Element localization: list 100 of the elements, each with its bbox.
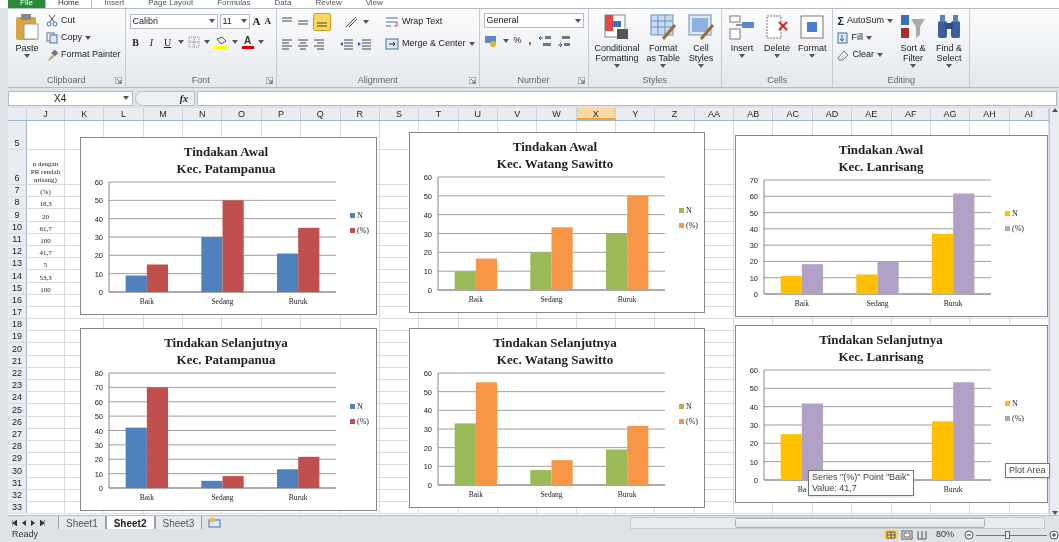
- align-right-icon[interactable]: [313, 38, 325, 50]
- row-header[interactable]: 29: [8, 453, 27, 465]
- caret-icon[interactable]: [614, 64, 621, 68]
- column-header[interactable]: R: [340, 108, 380, 120]
- column-header[interactable]: AG: [930, 108, 971, 120]
- caret-icon[interactable]: [468, 42, 475, 46]
- caret-icon[interactable]: [502, 38, 509, 43]
- increase-decimal-icon[interactable]: [538, 34, 553, 47]
- zoom-slider[interactable]: [976, 531, 1047, 539]
- format-button[interactable]: Format: [795, 13, 829, 69]
- row-header[interactable]: 18: [8, 319, 27, 331]
- column-header[interactable]: AI: [1009, 108, 1049, 120]
- fill-button[interactable]: Fill: [837, 30, 894, 46]
- caret-icon[interactable]: [660, 64, 667, 68]
- row-header[interactable]: 14: [8, 270, 27, 282]
- caret-icon[interactable]: [208, 19, 215, 24]
- table-icon[interactable]: [727, 13, 756, 41]
- funnel-icon[interactable]: [899, 13, 928, 41]
- ribbon-tab[interactable]: Review: [303, 0, 354, 8]
- previous-sheet-icon[interactable]: [22, 519, 26, 526]
- fill-color-icon[interactable]: [213, 35, 228, 49]
- ribbon-tab[interactable]: Data: [262, 0, 304, 8]
- font-name-dropdown[interactable]: Calibri: [129, 13, 218, 29]
- caret-icon[interactable]: [865, 36, 872, 40]
- row-header[interactable]: 15: [8, 282, 27, 294]
- caret-icon[interactable]: [231, 40, 238, 44]
- column-header[interactable]: AE: [852, 108, 892, 120]
- conditional-formatting-button[interactable]: Conditional Formatting: [592, 13, 642, 69]
- font-size-dropdown[interactable]: 11: [219, 13, 250, 29]
- bold-button[interactable]: B: [129, 34, 142, 50]
- row-header[interactable]: 30: [8, 465, 27, 477]
- horizontal-scrollbar[interactable]: [630, 516, 1045, 529]
- column-header[interactable]: N: [183, 108, 223, 120]
- number-format-dropdown[interactable]: General: [483, 13, 584, 28]
- find-select-button[interactable]: Find & Select: [933, 13, 966, 69]
- dialog-launcher-icon[interactable]: [266, 77, 273, 84]
- caret-icon[interactable]: [910, 64, 917, 68]
- caret-icon[interactable]: [809, 54, 816, 58]
- column-header[interactable]: W: [537, 108, 577, 120]
- delete-button[interactable]: Delete: [760, 13, 793, 69]
- caret-icon[interactable]: [697, 64, 704, 68]
- shrink-font-button[interactable]: A: [263, 14, 272, 28]
- ribbon-tab[interactable]: File: [8, 0, 45, 8]
- eraser-icon[interactable]: [837, 49, 850, 61]
- column-header[interactable]: AF: [891, 108, 931, 120]
- fill-down-icon[interactable]: [837, 32, 849, 44]
- align-bottom-button[interactable]: [313, 13, 331, 31]
- column-header[interactable]: Q: [301, 108, 341, 120]
- caret-icon[interactable]: [574, 18, 581, 23]
- copy-icon[interactable]: [46, 32, 58, 44]
- grid-icon[interactable]: [649, 13, 678, 41]
- row-header[interactable]: 10: [8, 221, 27, 233]
- row-header[interactable]: 8: [8, 197, 27, 209]
- cell-styles-button[interactable]: Cell Styles: [684, 13, 717, 69]
- column-header[interactable]: J: [27, 108, 65, 120]
- row-header[interactable]: 27: [8, 428, 27, 440]
- row-header[interactable]: 19: [8, 331, 27, 343]
- row-header[interactable]: 16: [8, 294, 27, 306]
- ribbon-tab[interactable]: Insert: [92, 0, 137, 8]
- format-painter-button[interactable]: Format Painter: [46, 47, 121, 63]
- row-header[interactable]: 5: [8, 121, 27, 149]
- normal-view-icon[interactable]: [884, 530, 898, 540]
- column-header[interactable]: U: [458, 108, 498, 120]
- row-header[interactable]: 23: [8, 380, 27, 392]
- row-header[interactable]: 9: [8, 209, 27, 221]
- caret-icon[interactable]: [123, 96, 129, 100]
- row-header[interactable]: 7: [8, 185, 27, 197]
- clipboard-icon[interactable]: [14, 13, 40, 41]
- column-header[interactable]: AC: [773, 108, 813, 120]
- italic-button[interactable]: I: [145, 34, 158, 50]
- row-header[interactable]: 26: [8, 416, 27, 428]
- caret-icon[interactable]: [738, 54, 745, 58]
- decrease-indent-icon[interactable]: [339, 38, 353, 50]
- underline-button[interactable]: U: [161, 34, 174, 50]
- grow-font-button[interactable]: A: [251, 13, 262, 30]
- decrease-decimal-icon[interactable]: [557, 34, 572, 47]
- caret-icon[interactable]: [363, 20, 369, 24]
- bar[interactable]: [201, 480, 223, 488]
- bar[interactable]: [298, 227, 320, 292]
- row-header[interactable]: 11: [8, 233, 27, 245]
- clear-button[interactable]: Clear: [837, 47, 894, 63]
- bar[interactable]: [277, 253, 299, 292]
- column-header[interactable]: M: [143, 108, 184, 120]
- row-header[interactable]: 25: [8, 404, 27, 416]
- name-box[interactable]: X4: [8, 90, 133, 106]
- copy-button[interactable]: Copy: [46, 30, 121, 46]
- currency-icon[interactable]: [483, 34, 498, 47]
- sheet-tab[interactable]: Sheet3: [154, 515, 203, 530]
- ribbon-tab[interactable]: Formulas: [205, 0, 263, 8]
- caret-icon[interactable]: [203, 40, 210, 44]
- table-icon[interactable]: [798, 13, 827, 41]
- bar[interactable]: [298, 456, 320, 488]
- zoom-in-icon[interactable]: [1049, 530, 1059, 540]
- align-left-icon[interactable]: [281, 38, 293, 50]
- column-header[interactable]: Z: [655, 108, 695, 120]
- bar[interactable]: [125, 275, 147, 292]
- row-header[interactable]: 24: [8, 392, 27, 404]
- column-header[interactable]: L: [104, 108, 144, 120]
- caret-icon[interactable]: [876, 53, 883, 57]
- column-header[interactable]: S: [379, 108, 420, 120]
